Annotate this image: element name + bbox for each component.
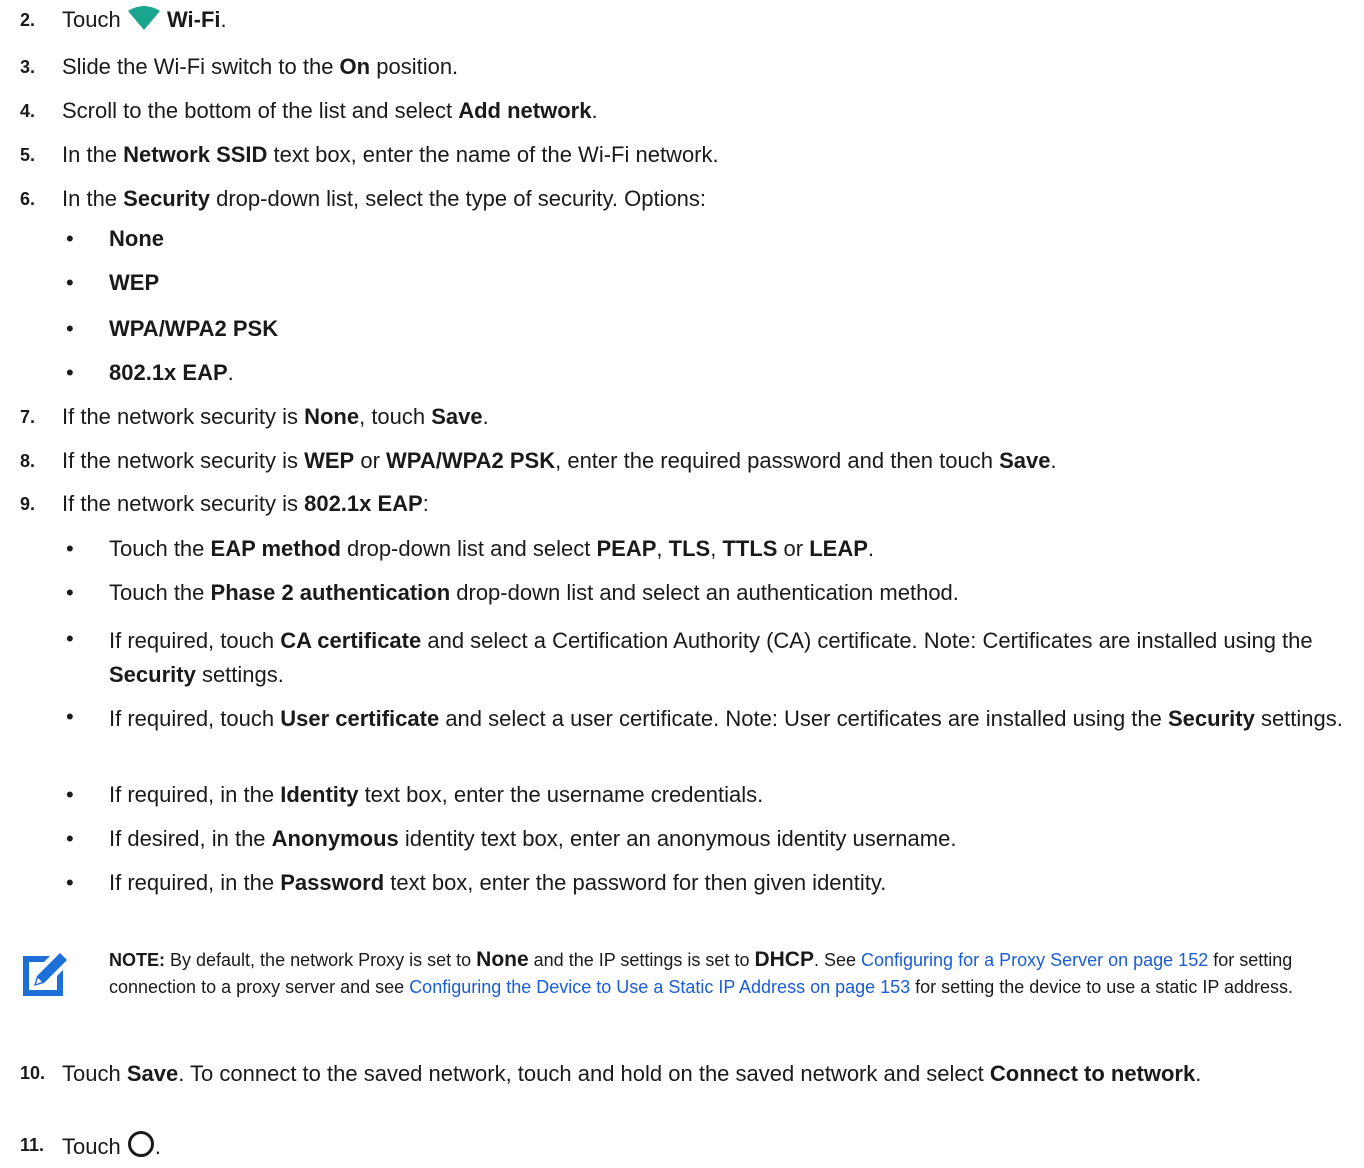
home-circle-icon [127,1131,154,1157]
step-text: If the network security is WEP or WPA/WP… [62,448,1057,473]
bullet: • [66,536,74,561]
bullet-text: If required, touch User certificate and … [109,706,1343,731]
step-number: 2. [20,10,36,30]
bullet-text: Touch the Phase 2 authentication drop-do… [109,580,959,605]
step-text: In the Security drop-down list, select t… [62,186,707,211]
note-text: NOTE: By default, the network Proxy is s… [109,948,1294,997]
step-text: If the network security is None, touch S… [62,404,489,429]
bullet: • [66,360,74,385]
bullet-text: If required, in the Identity text box, e… [109,782,764,807]
bullet-text: If required, touch CA certificate and se… [109,628,1313,687]
bullet-text: If required, in the Password text box, e… [109,870,887,895]
step-text: Touch Wi-Fi. [62,6,227,32]
link-static-ip[interactable]: Configuring the Device to Use a Static I… [409,977,910,997]
bullet-text: If desired, in the Anonymous identity te… [109,826,957,851]
step-text: If the network security is 802.1x EAP: [62,491,429,516]
bullet-text: Touch the EAP method drop-down list and … [109,536,875,561]
bullet: • [66,316,74,341]
step-number: 10. [20,1063,46,1083]
step-text: In the Network SSID text box, enter the … [62,142,719,167]
note-pencil-icon [23,953,67,996]
bullet: • [66,704,74,729]
step-number: 6. [20,189,36,209]
bullet: • [66,580,74,605]
bullet: • [66,870,74,895]
step-text: Touch . [62,1130,1344,1162]
step-number: 9. [20,494,36,514]
bullet: • [66,226,74,251]
bullet: • [66,826,74,851]
step-number: 8. [20,451,36,471]
step-number: 11. [20,1135,45,1155]
step-text: Slide the Wi-Fi switch to the On positio… [62,54,459,79]
bullet: • [66,626,74,651]
step-number: 5. [20,145,36,165]
step-number: 4. [20,101,36,121]
link-proxy-server[interactable]: Configuring for a Proxy Server on page 1… [861,950,1208,970]
step-number: 3. [20,57,36,77]
step-text: Touch Save. To connect to the saved netw… [62,1061,1202,1086]
step-number: 7. [20,407,36,427]
wifi-icon [127,6,160,30]
bullet: • [66,270,74,295]
step-text: Scroll to the bottom of the list and sel… [62,98,598,123]
bullet: • [66,782,74,807]
